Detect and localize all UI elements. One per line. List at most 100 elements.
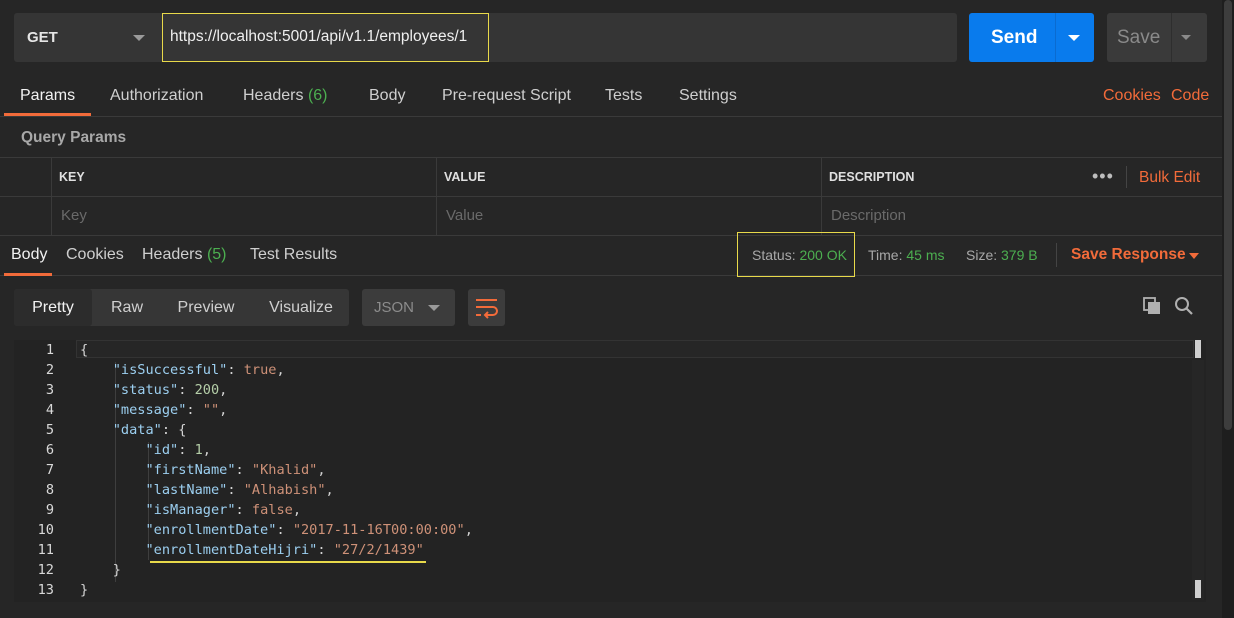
- response-code-view[interactable]: 1{2 "isSuccessful": true, 3 "status": 200…: [14, 340, 1206, 602]
- code-link[interactable]: Code: [1171, 87, 1209, 105]
- send-divider: [1055, 13, 1056, 62]
- language-select[interactable]: JSON: [362, 289, 455, 326]
- copy-icon[interactable]: [1142, 296, 1162, 316]
- code-text: "message": "",: [112, 402, 228, 418]
- tab-response-cookies[interactable]: Cookies: [66, 246, 124, 264]
- line-number: 8: [45, 482, 54, 498]
- divider: [1126, 166, 1127, 188]
- line-number: 9: [45, 502, 54, 518]
- size-label: Size:: [966, 247, 998, 263]
- tab-settings[interactable]: Settings: [679, 87, 737, 105]
- line-number: 1: [45, 342, 54, 358]
- tab-label: Cookies: [66, 246, 124, 263]
- code-scroll-marker: [1195, 580, 1201, 598]
- pretty-button[interactable]: Pretty: [14, 289, 92, 326]
- time-label: Time:: [868, 247, 903, 263]
- chevron-down-icon[interactable]: [1189, 253, 1199, 259]
- window-scrollbar[interactable]: [1222, 0, 1234, 618]
- value-placeholder: Value: [446, 207, 484, 224]
- save-divider: [1171, 13, 1172, 62]
- url-input[interactable]: https://localhost:5001/api/v1.1/employee…: [162, 13, 957, 62]
- line-number: 6: [45, 442, 54, 458]
- code-line: 13}: [14, 580, 1194, 600]
- value-input[interactable]: Value: [436, 197, 821, 235]
- code-scroll-marker: [1195, 340, 1201, 358]
- code-line: 2 "isSuccessful": true,: [14, 360, 1194, 380]
- table-row: Key Value Description: [0, 197, 1222, 236]
- tab-headers[interactable]: Headers (6): [243, 87, 328, 105]
- raw-button[interactable]: Raw: [98, 289, 156, 326]
- time-value: 45 ms: [906, 247, 945, 263]
- tab-label: Body: [11, 246, 48, 263]
- code-scrollbar[interactable]: [1192, 360, 1204, 600]
- code-line: 9 "isManager": false,: [14, 500, 1194, 520]
- code-text: {: [80, 342, 89, 358]
- save-response-button[interactable]: Save Response: [1071, 246, 1186, 264]
- code-text: "isSuccessful": true,: [112, 362, 285, 378]
- request-tabs: Params Authorization Headers (6) Body Pr…: [0, 75, 1222, 117]
- key-input[interactable]: Key: [51, 197, 436, 235]
- code-line: 6 "id": 1,: [14, 440, 1194, 460]
- code-line: 3 "status": 200,: [14, 380, 1194, 400]
- save-options-chevron-icon[interactable]: [1181, 35, 1191, 40]
- code-line: 5 "data": {: [14, 420, 1194, 440]
- code-line: 12 }: [14, 560, 1194, 580]
- line-number: 5: [45, 422, 54, 438]
- method-label: GET: [27, 29, 58, 46]
- description-header: DESCRIPTION: [829, 170, 915, 184]
- tab-label: Body: [369, 87, 406, 104]
- more-options-icon[interactable]: •••: [1092, 166, 1114, 187]
- send-options-chevron-icon[interactable]: [1068, 35, 1080, 41]
- code-text: }: [80, 582, 89, 598]
- search-icon[interactable]: [1174, 296, 1194, 316]
- preview-button[interactable]: Preview: [166, 289, 246, 326]
- line-number: 12: [37, 562, 54, 578]
- code-text: "status": 200,: [112, 382, 228, 398]
- code-line: 10 "enrollmentDate": "2017-11-16T00:00:0…: [14, 520, 1194, 540]
- line-number: 13: [37, 582, 54, 598]
- cookies-link[interactable]: Cookies: [1103, 87, 1161, 105]
- tab-response-headers[interactable]: Headers (5): [142, 246, 227, 264]
- active-tab-indicator: [4, 273, 52, 276]
- active-tab-indicator: [4, 113, 91, 116]
- wrap-lines-button[interactable]: [468, 289, 505, 326]
- tab-params[interactable]: Params: [20, 87, 75, 105]
- save-button[interactable]: Save: [1107, 13, 1207, 62]
- visualize-button[interactable]: Visualize: [257, 289, 345, 326]
- window-scroll-thumb[interactable]: [1224, 0, 1232, 430]
- description-placeholder: Description: [831, 207, 907, 224]
- save-label: Save: [1117, 27, 1161, 48]
- status-label: Status:: [752, 247, 796, 263]
- line-number: 7: [45, 462, 54, 478]
- tab-label: Headers: [142, 246, 203, 263]
- tab-pre-request-script[interactable]: Pre-request Script: [442, 87, 571, 105]
- tab-tests[interactable]: Tests: [605, 87, 642, 105]
- highlight-underline: [150, 561, 426, 563]
- tab-body[interactable]: Body: [369, 87, 405, 105]
- table-header-row: KEY VALUE DESCRIPTION ••• Bulk Edit: [0, 158, 1222, 197]
- value-header: VALUE: [444, 170, 486, 184]
- code-text: }: [112, 562, 121, 578]
- line-number: 3: [45, 382, 54, 398]
- method-select[interactable]: GET: [14, 13, 162, 62]
- tab-label: Test Results: [250, 246, 338, 263]
- tab-authorization[interactable]: Authorization: [110, 87, 203, 105]
- query-params-title: Query Params: [21, 129, 127, 146]
- key-header: KEY: [59, 170, 85, 184]
- format-toggle-group: Pretty Raw Preview Visualize: [14, 289, 349, 326]
- description-input[interactable]: Description: [821, 197, 1222, 235]
- code-text: "enrollmentDateHijri": "27/2/1439": [145, 542, 424, 558]
- tab-test-results[interactable]: Test Results: [250, 246, 337, 264]
- send-button[interactable]: Send: [969, 13, 1094, 62]
- size-value: 379 B: [1001, 247, 1038, 263]
- code-text: "firstName": "Khalid",: [145, 462, 326, 478]
- tab-count: (6): [307, 87, 328, 104]
- tab-count: (5): [206, 246, 227, 263]
- send-label: Send: [991, 27, 1038, 48]
- size-readout: Size: 379 B: [966, 247, 1038, 263]
- tab-response-body[interactable]: Body: [11, 246, 47, 264]
- code-line: 4 "message": "",: [14, 400, 1194, 420]
- bulk-edit-link[interactable]: Bulk Edit: [1139, 169, 1200, 187]
- status-readout: Status: 200 OK: [752, 247, 847, 263]
- query-params-table: KEY VALUE DESCRIPTION ••• Bulk Edit Key …: [0, 157, 1222, 236]
